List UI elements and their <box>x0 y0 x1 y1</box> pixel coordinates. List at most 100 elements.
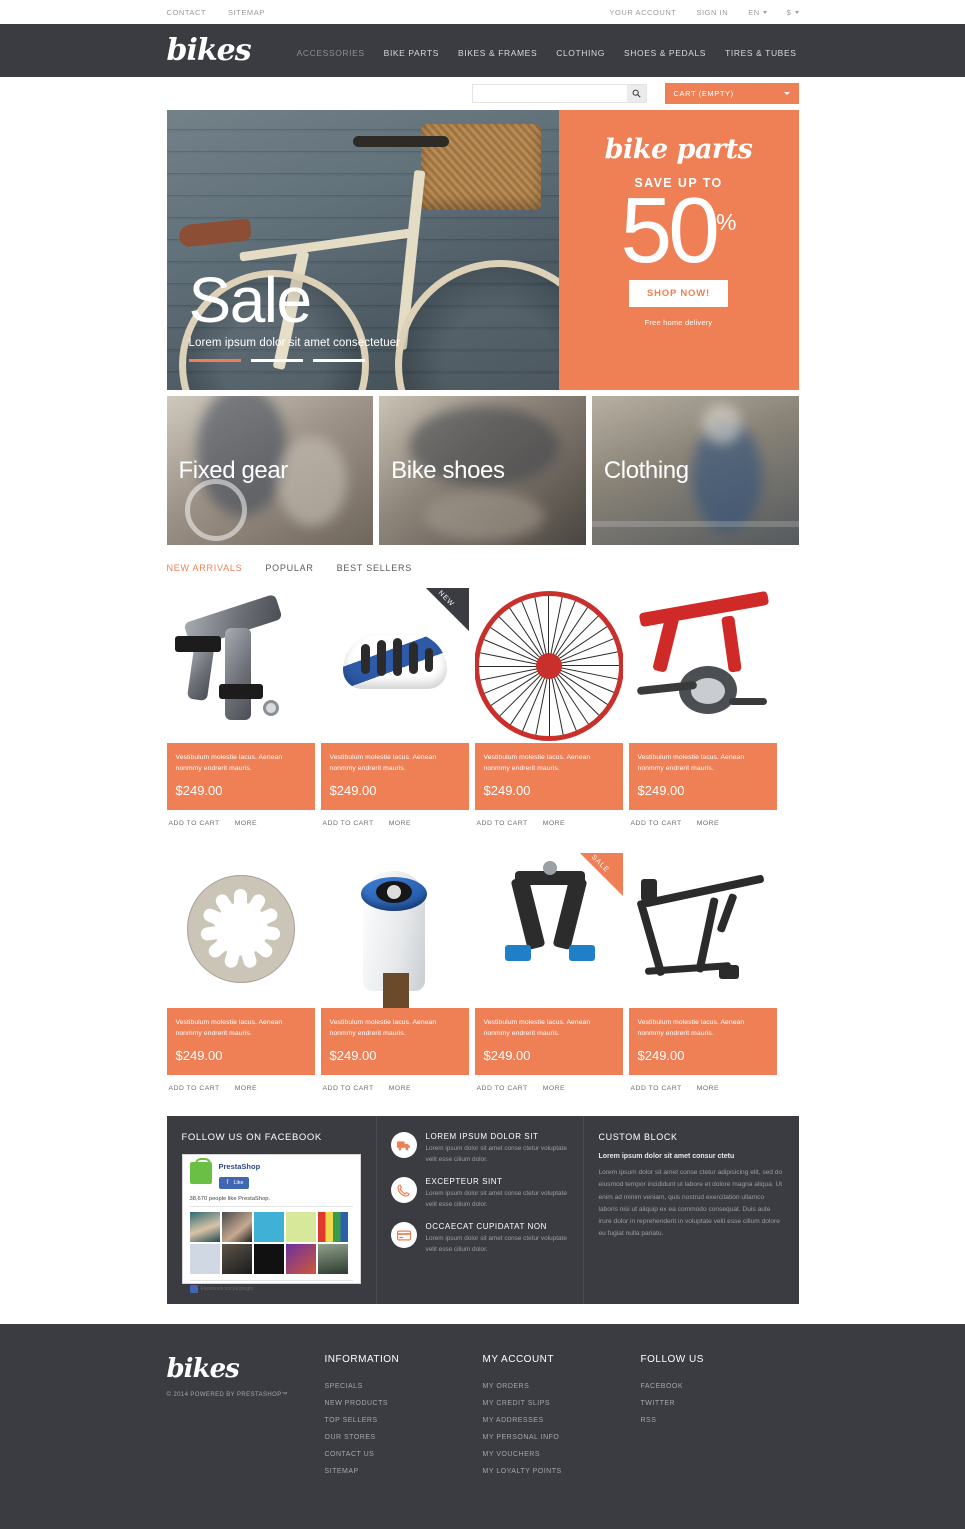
product-info: Vestibulum molestie lacus. Aenean nonmmy… <box>474 1008 623 1076</box>
product-image[interactable]: NEW <box>320 588 469 743</box>
add-to-cart-button[interactable]: ADD TO CART <box>631 1085 682 1092</box>
category-label: Bike shoes <box>391 456 505 484</box>
service-title: OCCAECAT CUPIDATAT NON <box>425 1222 547 1232</box>
shop-now-button[interactable]: SHOP NOW! <box>629 280 728 308</box>
hero-slider-dot-2[interactable] <box>250 359 303 362</box>
nav-item-bike-parts[interactable]: BIKE PARTS <box>384 48 439 58</box>
top-bar-left-links: CONTACT SITEMAP <box>167 8 265 17</box>
search-submit-button[interactable] <box>626 84 647 103</box>
nav-item-clothing[interactable]: CLOTHING <box>556 48 605 58</box>
category-tile-fixed-gear[interactable]: Fixed gear <box>166 396 374 545</box>
footer-column-title: FOLLOW US <box>640 1354 704 1366</box>
category-tile-bike-shoes[interactable]: Bike shoes <box>379 396 586 545</box>
footer-logo[interactable]: bikes <box>167 1354 325 1384</box>
tab-popular[interactable]: POPULAR <box>265 563 313 573</box>
product-card[interactable]: Vestibulum molestie lacus. Aenean nonmmy… <box>320 853 469 1092</box>
hero-caption: Sale Lorem ipsum dolor sit amet consecte… <box>188 268 401 362</box>
footer-link-our-stores[interactable]: OUR STORES <box>325 1434 483 1441</box>
footer-link-my-vouchers[interactable]: MY VOUCHERS <box>483 1451 641 1458</box>
top-link-sign-in[interactable]: SIGN IN <box>696 8 728 17</box>
footer-link-twitter[interactable]: TWITTER <box>641 1400 799 1407</box>
top-link-contact[interactable]: CONTACT <box>167 8 207 17</box>
add-to-cart-button[interactable]: ADD TO CART <box>169 820 220 827</box>
product-image[interactable] <box>628 588 777 743</box>
hero-slider-dot-1[interactable] <box>188 359 241 362</box>
category-tile-clothing[interactable]: Clothing <box>591 396 799 545</box>
tab-new-arrivals[interactable]: NEW ARRIVALS <box>167 563 243 573</box>
facebook-widget[interactable]: PrestaShop f Like 38,670 people like Pre… <box>181 1154 361 1294</box>
facebook-plugin-label: Facebook social plugin <box>200 1286 254 1293</box>
facebook-like-label: Like <box>233 1180 244 1187</box>
site-logo[interactable]: bikes <box>167 33 252 68</box>
footer-link-contact-us[interactable]: CONTACT US <box>325 1451 483 1458</box>
facebook-like-button[interactable]: f Like <box>218 1177 249 1190</box>
add-to-cart-button[interactable]: ADD TO CART <box>477 820 528 827</box>
footer-link-my-credit-slips[interactable]: MY CREDIT SLIPS <box>483 1400 641 1407</box>
product-card[interactable]: Vestibulum molestie lacus. Aenean nonmmy… <box>474 588 623 827</box>
footer-link-rss[interactable]: RSS <box>641 1417 799 1424</box>
more-button[interactable]: MORE <box>235 1085 257 1092</box>
language-selector[interactable]: EN <box>748 8 767 17</box>
product-image[interactable] <box>166 588 315 743</box>
product-actions: ADD TO CART MORE <box>321 1075 469 1092</box>
more-button[interactable]: MORE <box>543 820 565 827</box>
more-button[interactable]: MORE <box>697 820 719 827</box>
more-button[interactable]: MORE <box>543 1085 565 1092</box>
top-link-sitemap[interactable]: SITEMAP <box>228 8 265 17</box>
search-box <box>471 84 647 103</box>
search-input[interactable] <box>471 84 627 103</box>
hero-slider-dot-3[interactable] <box>312 359 365 362</box>
footer-link-sitemap[interactable]: SITEMAP <box>325 1468 483 1475</box>
currency-selector[interactable]: $ <box>787 8 799 17</box>
nav-item-shoes-pedals[interactable]: SHOES & PEDALS <box>624 48 706 58</box>
product-description: Vestibulum molestie lacus. Aenean nonmmy… <box>329 754 437 772</box>
footer-link-top-sellers[interactable]: TOP SELLERS <box>325 1417 483 1424</box>
more-button[interactable]: MORE <box>235 820 257 827</box>
product-image[interactable] <box>628 853 777 1009</box>
service-title: EXCEPTEUR SINT <box>425 1177 503 1187</box>
add-to-cart-button[interactable]: ADD TO CART <box>323 1085 374 1092</box>
add-to-cart-button[interactable]: ADD TO CART <box>323 820 374 827</box>
footer-link-facebook[interactable]: FACEBOOK <box>641 1383 799 1390</box>
footer-link-my-orders[interactable]: MY ORDERS <box>483 1383 641 1390</box>
product-image[interactable] <box>320 853 469 1009</box>
hero-subtitle: Lorem ipsum dolor sit amet consectetuer <box>188 337 401 349</box>
search-row: CART (EMPTY) <box>0 77 965 110</box>
footer-link-my-personal-info[interactable]: MY PERSONAL INFO <box>483 1434 641 1441</box>
more-button[interactable]: MORE <box>389 1085 411 1092</box>
top-link-your-account[interactable]: YOUR ACCOUNT <box>609 8 676 17</box>
product-price: $249.00 <box>329 1048 377 1064</box>
cart-button[interactable]: CART (EMPTY) <box>664 83 799 104</box>
product-card[interactable]: NEW Vestibulum molestie lacus. Aenean no… <box>320 588 469 827</box>
spoke-wheel-art <box>474 588 623 743</box>
product-image[interactable] <box>166 853 315 1009</box>
nav-item-bikes-frames[interactable]: BIKES & FRAMES <box>458 48 537 58</box>
facebook-heading: FOLLOW US ON FACEBOOK <box>181 1132 322 1144</box>
product-actions: ADD TO CART MORE <box>629 1075 777 1092</box>
tab-best-sellers[interactable]: BEST SELLERS <box>337 563 412 573</box>
product-card[interactable]: Vestibulum molestie lacus. Aenean nonmmy… <box>166 853 315 1092</box>
hero-slide-image[interactable]: Sale Lorem ipsum dolor sit amet consecte… <box>166 110 559 390</box>
nav-item-tires-tubes[interactable]: TIRES & TUBES <box>725 48 796 58</box>
promo-percent: 50% <box>621 184 737 277</box>
product-card[interactable]: Vestibulum molestie lacus. Aenean nonmmy… <box>628 588 777 827</box>
more-button[interactable]: MORE <box>697 1085 719 1092</box>
product-image[interactable]: SALE <box>474 853 623 1009</box>
avatar <box>253 1212 284 1243</box>
footer-link-my-addresses[interactable]: MY ADDRESSES <box>483 1417 641 1424</box>
more-button[interactable]: MORE <box>389 820 411 827</box>
product-price: $249.00 <box>329 783 377 799</box>
add-to-cart-button[interactable]: ADD TO CART <box>477 1085 528 1092</box>
add-to-cart-button[interactable]: ADD TO CART <box>631 820 682 827</box>
product-card[interactable]: Vestibulum molestie lacus. Aenean nonmmy… <box>628 853 777 1092</box>
product-image[interactable] <box>474 588 623 743</box>
nav-item-accessories[interactable]: ACCESSORIES <box>297 48 365 58</box>
footer-link-specials[interactable]: SPECIALS <box>325 1383 483 1390</box>
product-actions: ADD TO CART MORE <box>629 810 777 827</box>
product-card[interactable]: SALE Vestibulum molestie lacus. Aenean n… <box>474 853 623 1092</box>
main-navigation: ACCESSORIES BIKE PARTS BIKES & FRAMES CL… <box>297 44 797 58</box>
product-card[interactable]: Vestibulum molestie lacus. Aenean nonmmy… <box>166 588 315 827</box>
footer-link-my-loyalty-points[interactable]: MY LOYALTY POINTS <box>483 1468 641 1475</box>
footer-link-new-products[interactable]: NEW PRODUCTS <box>325 1400 483 1407</box>
add-to-cart-button[interactable]: ADD TO CART <box>169 1085 220 1092</box>
